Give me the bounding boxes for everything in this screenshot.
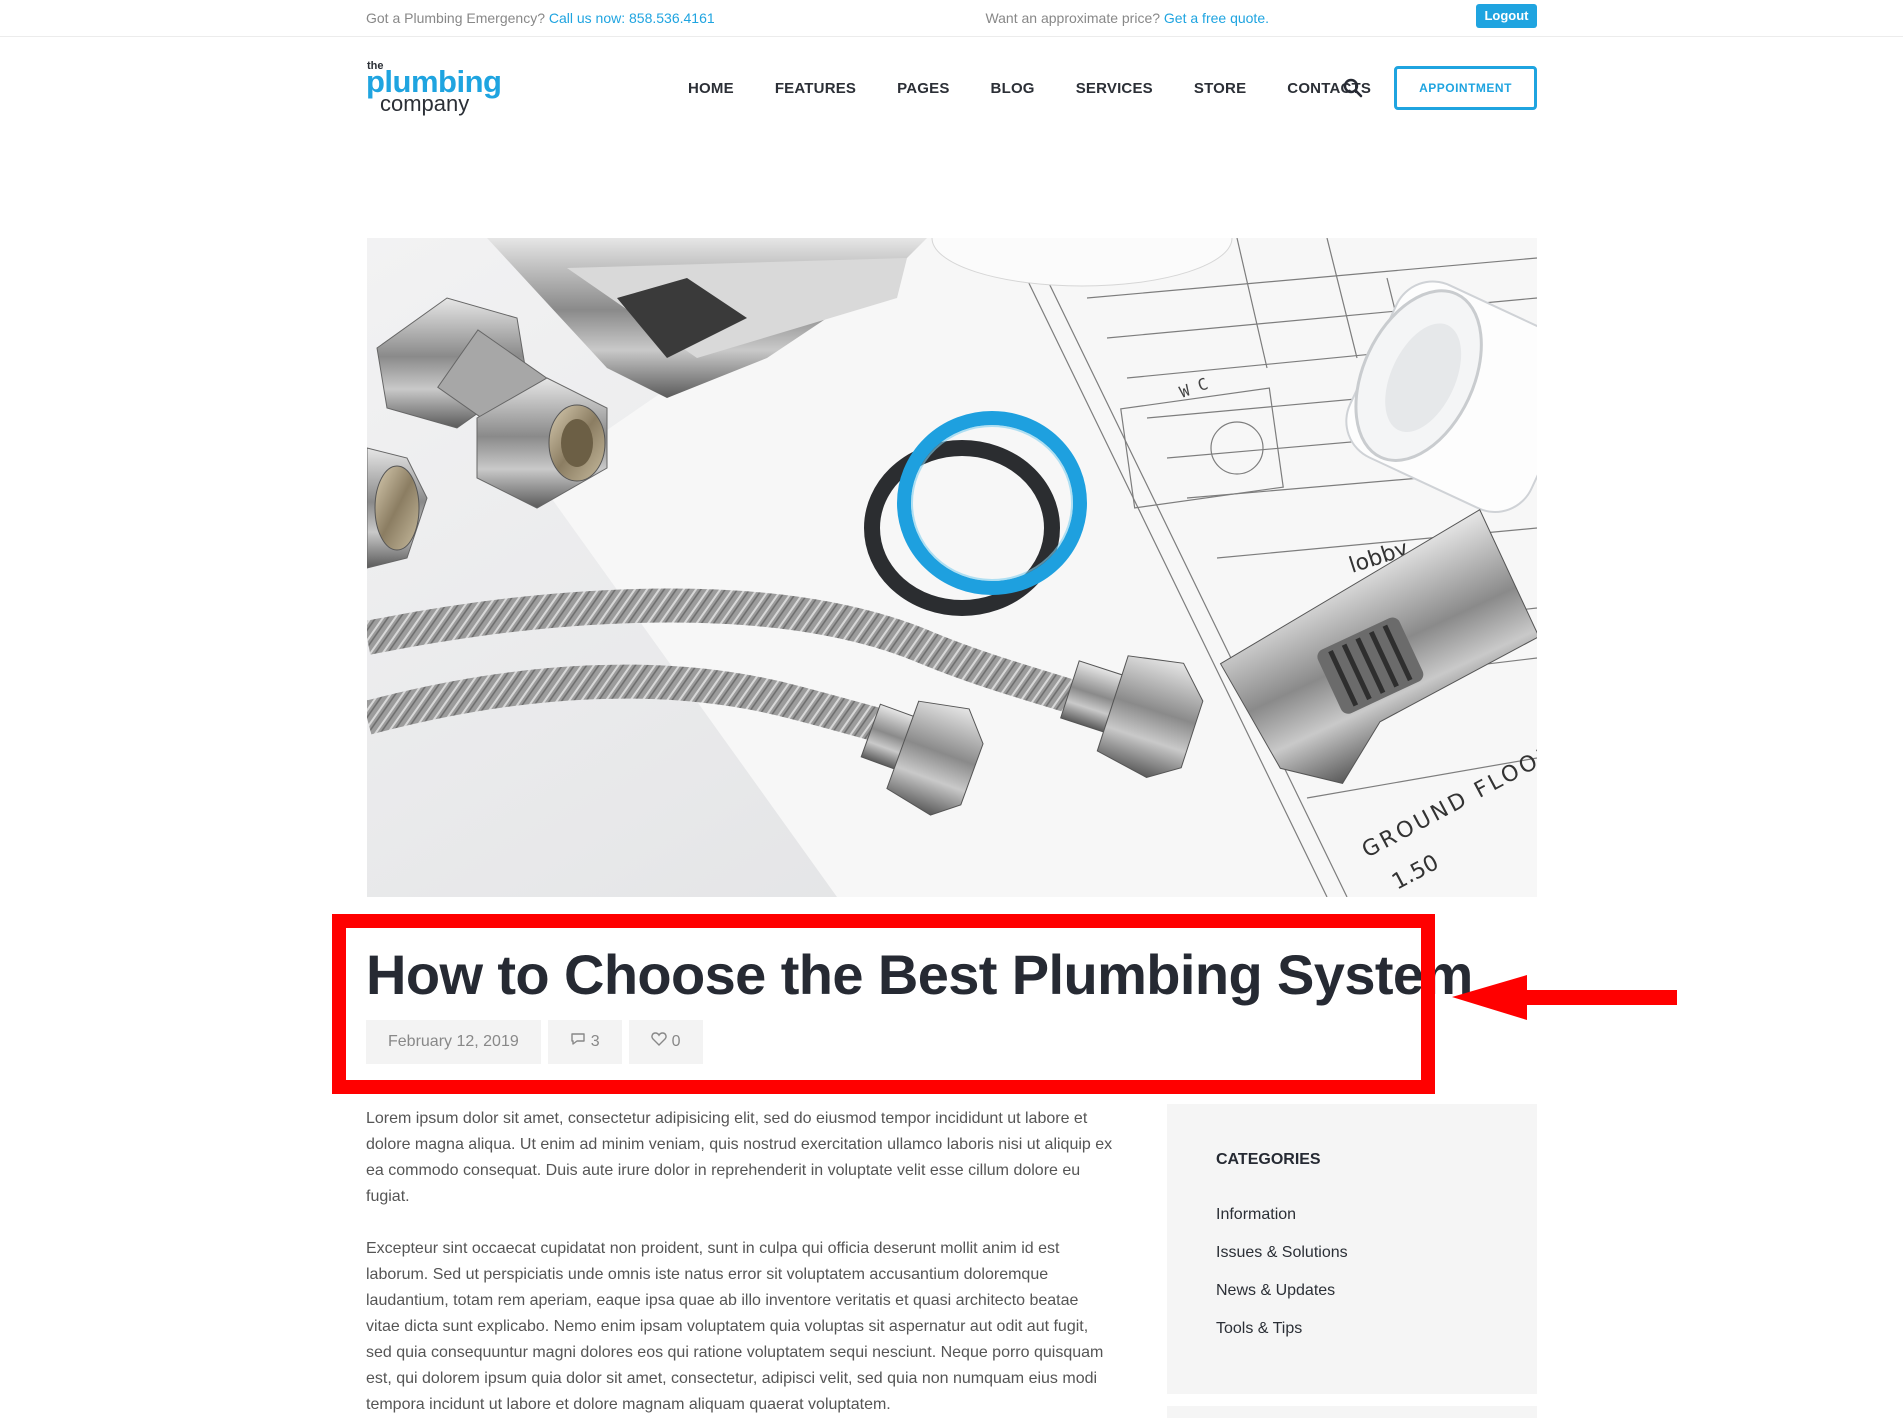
category-issues-solutions[interactable]: Issues & Solutions bbox=[1216, 1244, 1348, 1262]
emergency-text: Got a Plumbing Emergency? bbox=[366, 10, 545, 26]
logout-button[interactable]: Logout bbox=[1476, 4, 1537, 28]
main-nav: HOME FEATURES PAGES BLOG SERVICES STORE … bbox=[688, 80, 1412, 97]
emergency-notice: Got a Plumbing Emergency? Call us now: 8… bbox=[366, 10, 715, 26]
site-logo[interactable]: the plumbing company bbox=[366, 60, 506, 120]
next-widget bbox=[1167, 1406, 1537, 1418]
category-information[interactable]: Information bbox=[1216, 1206, 1296, 1224]
hero-image: W C lobby GROUND FLOOR 1.50 bbox=[367, 238, 1537, 897]
free-quote-link[interactable]: Get a free quote. bbox=[1164, 10, 1269, 26]
price-text: Want an approximate price? bbox=[985, 10, 1161, 26]
top-bar: Got a Plumbing Emergency? Call us now: 8… bbox=[0, 0, 1903, 37]
nav-services[interactable]: SERVICES bbox=[1076, 80, 1153, 97]
call-us-link[interactable]: Call us now: 858.536.4161 bbox=[549, 10, 715, 26]
post-content: Lorem ipsum dolor sit amet, consectetur … bbox=[366, 1106, 1116, 1418]
logo-company: company bbox=[380, 91, 470, 116]
nav-store[interactable]: STORE bbox=[1194, 80, 1246, 97]
nav-home[interactable]: HOME bbox=[688, 80, 734, 97]
highlight-box bbox=[332, 914, 1435, 1094]
quote-notice: Want an approximate price? Get a free qu… bbox=[985, 10, 1269, 26]
paragraph-2: Excepteur sint occaecat cupidatat non pr… bbox=[366, 1240, 1104, 1413]
search-icon[interactable] bbox=[1343, 78, 1363, 98]
appointment-button[interactable]: APPOINTMENT bbox=[1394, 66, 1537, 110]
category-news-updates[interactable]: News & Updates bbox=[1216, 1282, 1335, 1300]
nav-pages[interactable]: PAGES bbox=[897, 80, 949, 97]
paragraph-1: Lorem ipsum dolor sit amet, consectetur … bbox=[366, 1110, 1113, 1205]
nav-features[interactable]: FEATURES bbox=[775, 80, 856, 97]
categories-heading: CATEGORIES bbox=[1216, 1151, 1321, 1168]
arrow-left-icon bbox=[1452, 975, 1677, 1020]
nav-blog[interactable]: BLOG bbox=[991, 80, 1035, 97]
category-tools-tips[interactable]: Tools & Tips bbox=[1216, 1320, 1302, 1338]
categories-widget: CATEGORIES Information Issues & Solution… bbox=[1167, 1104, 1537, 1394]
